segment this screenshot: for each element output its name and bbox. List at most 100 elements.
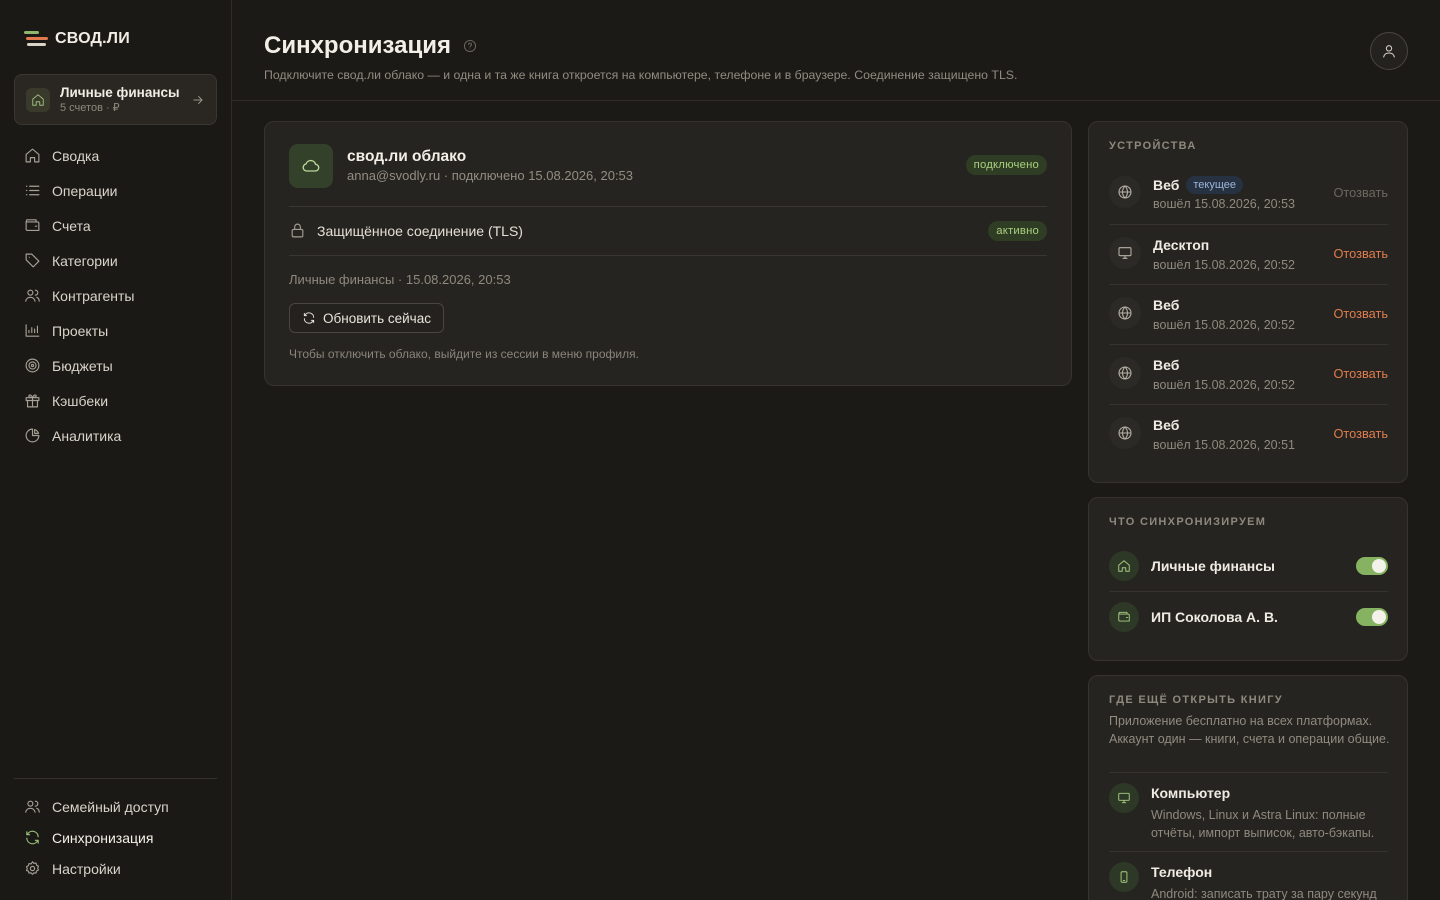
bottom-nav: Семейный доступ Синхронизация Настройки [14,778,217,884]
revoke-button[interactable]: Отозвать [1333,246,1388,261]
device-name-wrap: Веб текущее [1153,176,1243,194]
profile-button[interactable] [1370,32,1408,70]
platform-description: Windows, Linux и Astra Linux: полные отч… [1151,808,1375,840]
revoke-button[interactable]: Отозвать [1333,306,1388,321]
home-icon [26,87,50,112]
device-login-time: вошёл 15.08.2026, 20:51 [1153,438,1295,452]
device-row: Веб вошёл 15.08.2026, 20:52 Отозвать [1109,284,1388,344]
cloud-title: свод.ли облако [347,148,467,165]
globe-icon [1109,417,1141,449]
status-badge: подключено [965,155,1047,175]
revoke-button[interactable]: Отозвать [1333,426,1388,441]
current-badge: текущее [1186,176,1243,194]
nav-label: Настройки [52,860,121,877]
user-icon [1383,45,1395,58]
page-title: Синхронизация [264,32,477,60]
book-switcher[interactable]: Личные финансы 5 счетов · ₽ [14,74,217,125]
page-title-text: Синхронизация [264,32,451,59]
device-row: Веб вошёл 15.08.2026, 20:51 Отозвать [1109,404,1388,464]
tls-label: Защищённое соединение (TLS) [317,222,523,239]
device-login-time: вошёл 15.08.2026, 20:52 [1153,378,1295,392]
platform-row[interactable]: Телефон Android: записать трату за пару … [1109,851,1388,900]
nav-label: Семейный доступ [52,798,169,815]
refresh-icon [303,312,315,324]
nav-item-settings[interactable]: Настройки [14,853,217,884]
nav-item-sync[interactable]: Синхронизация [14,822,217,853]
nav-item-summary[interactable]: Сводка [14,138,217,173]
sync-toggle[interactable] [1356,557,1388,575]
nav-item-analytics[interactable]: Аналитика [14,418,217,453]
devices-card: Устройства Веб текущее вошёл 15.08.2026,… [1088,121,1408,483]
refresh-now-button[interactable]: Обновить сейчас [289,303,444,333]
device-row: Десктоп вошёл 15.08.2026, 20:52 Отозвать [1109,224,1388,284]
nav-item-family-access[interactable]: Семейный доступ [14,791,217,822]
sync-scope-label: Что синхронизируем [1109,516,1267,528]
nav-label: Кэшбеки [52,392,109,409]
nav-item-cashback[interactable]: Кэшбеки [14,383,217,418]
nav-item-projects[interactable]: Проекты [14,313,217,348]
globe-icon [1109,297,1141,329]
arrow-right-icon [193,95,203,104]
device-name: Веб [1153,417,1180,433]
nav-label: Синхронизация [52,829,154,846]
nav-item-counterparties[interactable]: Контрагенты [14,278,217,313]
device-login-time: вошёл 15.08.2026, 20:52 [1153,318,1295,332]
device-login-time: вошёл 15.08.2026, 20:53 [1153,197,1295,211]
main-nav: Сводка Операции Счета Категории Контраге… [14,138,217,453]
disconnect-hint: Чтобы отключить облако, выйдите из сесси… [289,347,639,361]
nav-item-budgets[interactable]: Бюджеты [14,348,217,383]
platforms-description: Приложение бесплатно на всех платформах.… [1109,714,1390,746]
nav-label: Счета [52,217,91,234]
sync-book-row: Личные финансы [1109,541,1388,591]
nav-item-operations[interactable]: Операции [14,173,217,208]
refresh-label: Обновить сейчас [323,310,431,326]
sync-icon [26,830,39,845]
nav-label: Контрагенты [52,287,135,304]
users-icon [25,800,40,813]
monitor-icon [1109,237,1141,269]
lock-icon [291,223,304,238]
revoke-button[interactable]: Отозвать [1333,185,1388,200]
tls-status-badge: активно [988,221,1047,241]
monitor-icon [1109,783,1139,813]
page-subtitle: Подключите свод.ли облако — и одна и та … [264,68,1018,82]
device-name: Веб [1153,177,1180,193]
brand[interactable]: СВОД.ЛИ [24,30,130,48]
users-icon [25,289,40,302]
device-row: Веб текущее вошёл 15.08.2026, 20:53 Отоз… [1109,164,1388,224]
nav-label: Категории [52,252,118,269]
devices-label: Устройства [1109,140,1197,152]
chart-bar-icon [25,324,40,337]
divider [289,206,1047,207]
nav-label: Бюджеты [52,357,113,374]
device-name: Веб [1153,297,1180,313]
brand-logo-icon [24,30,48,48]
device-row: Веб вошёл 15.08.2026, 20:52 Отозвать [1109,344,1388,404]
phone-icon [1109,862,1139,892]
help-icon[interactable] [463,39,477,53]
page-header: Синхронизация Подключите свод.ли облако … [232,0,1440,101]
device-name: Десктоп [1153,237,1210,253]
book-meta: 5 счетов · ₽ [60,102,120,114]
home-icon [25,148,40,163]
tag-icon [25,253,40,268]
globe-icon [1109,357,1141,389]
book-title: Личные финансы [60,85,180,100]
platform-row[interactable]: Компьютер Windows, Linux и Astra Linux: … [1109,772,1388,851]
nav-label: Операции [52,182,118,199]
divider [289,255,1047,256]
brand-name: СВОД.ЛИ [55,30,130,47]
gear-icon [25,861,40,875]
sidebar: СВОД.ЛИ Личные финансы 5 счетов · ₽ Свод… [0,0,232,900]
home-icon [1109,551,1139,581]
sync-book-name: ИП Соколова А. В. [1151,608,1278,625]
nav-item-categories[interactable]: Категории [14,243,217,278]
nav-item-accounts[interactable]: Счета [14,208,217,243]
nav-label: Аналитика [52,427,122,444]
device-login-time: вошёл 15.08.2026, 20:52 [1153,258,1295,272]
target-icon [25,358,40,373]
list-icon [25,185,40,196]
tls-row: Защищённое соединение (TLS) [289,222,523,239]
sync-toggle[interactable] [1356,607,1388,626]
revoke-button[interactable]: Отозвать [1333,366,1388,381]
